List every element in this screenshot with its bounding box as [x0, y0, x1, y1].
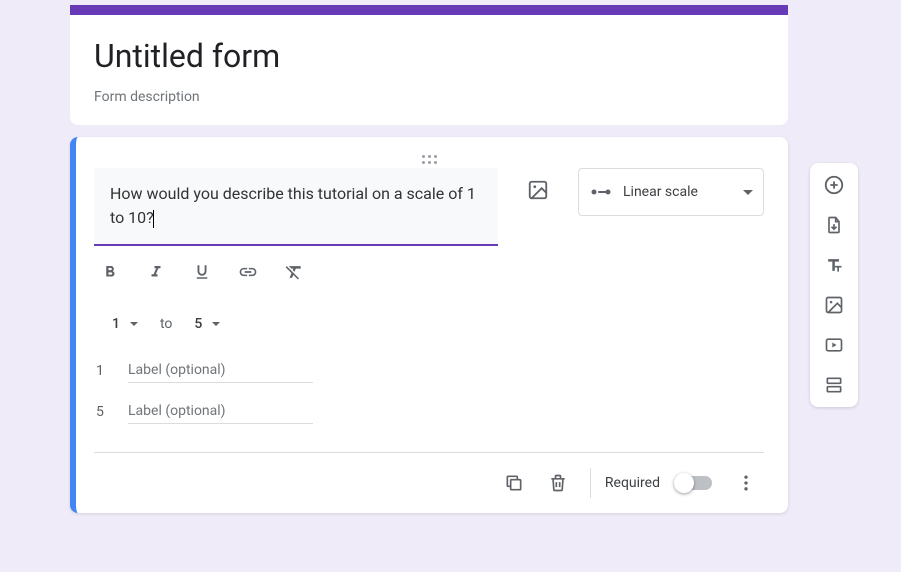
add-title-button[interactable] — [816, 251, 852, 279]
scale-high-index: 5 — [96, 404, 108, 420]
duplicate-button[interactable] — [496, 465, 532, 501]
underline-button[interactable] — [190, 260, 214, 284]
question-type-label: Linear scale — [623, 184, 743, 200]
add-question-button[interactable] — [816, 171, 852, 199]
delete-button[interactable] — [540, 465, 576, 501]
scale-to-select[interactable]: 5 — [192, 312, 222, 336]
form-header-card: Untitled form Form description — [70, 5, 788, 125]
required-label: Required — [605, 475, 660, 491]
scale-high-label-row: 5 Label (optional) — [94, 391, 764, 432]
question-footer: Required — [94, 452, 764, 507]
form-title[interactable]: Untitled form — [94, 37, 764, 75]
link-button[interactable] — [236, 260, 260, 284]
import-questions-button[interactable] — [816, 211, 852, 239]
scale-low-label-row: 1 Label (optional) — [94, 350, 764, 391]
scale-low-label-input[interactable]: Label (optional) — [128, 358, 313, 383]
scale-range-row: 1 to 5 — [94, 292, 764, 350]
scale-from-select[interactable]: 1 — [110, 312, 140, 336]
italic-button[interactable] — [144, 260, 168, 284]
chevron-down-icon — [130, 322, 138, 326]
chevron-down-icon — [212, 322, 220, 326]
add-image-sidebar-button[interactable] — [816, 291, 852, 319]
add-video-button[interactable] — [816, 331, 852, 359]
linear-scale-icon — [589, 180, 613, 204]
question-card: How would you describe this tutorial on … — [70, 137, 788, 513]
side-toolbar — [810, 163, 858, 407]
drag-handle-icon[interactable] — [94, 137, 764, 168]
question-text-input[interactable]: How would you describe this tutorial on … — [94, 168, 498, 246]
scale-low-index: 1 — [96, 363, 108, 379]
add-section-button[interactable] — [816, 371, 852, 399]
clear-format-button[interactable] — [282, 260, 306, 284]
format-toolbar — [94, 246, 498, 292]
required-toggle[interactable] — [676, 476, 712, 490]
separator — [590, 468, 591, 498]
add-image-button[interactable] — [520, 172, 556, 208]
bold-button[interactable] — [98, 260, 122, 284]
question-type-select[interactable]: Linear scale — [578, 168, 764, 216]
scale-high-label-input[interactable]: Label (optional) — [128, 399, 313, 424]
chevron-down-icon — [743, 190, 753, 195]
form-description[interactable]: Form description — [94, 89, 764, 105]
more-options-button[interactable] — [728, 465, 764, 501]
scale-to-word: to — [160, 316, 172, 332]
